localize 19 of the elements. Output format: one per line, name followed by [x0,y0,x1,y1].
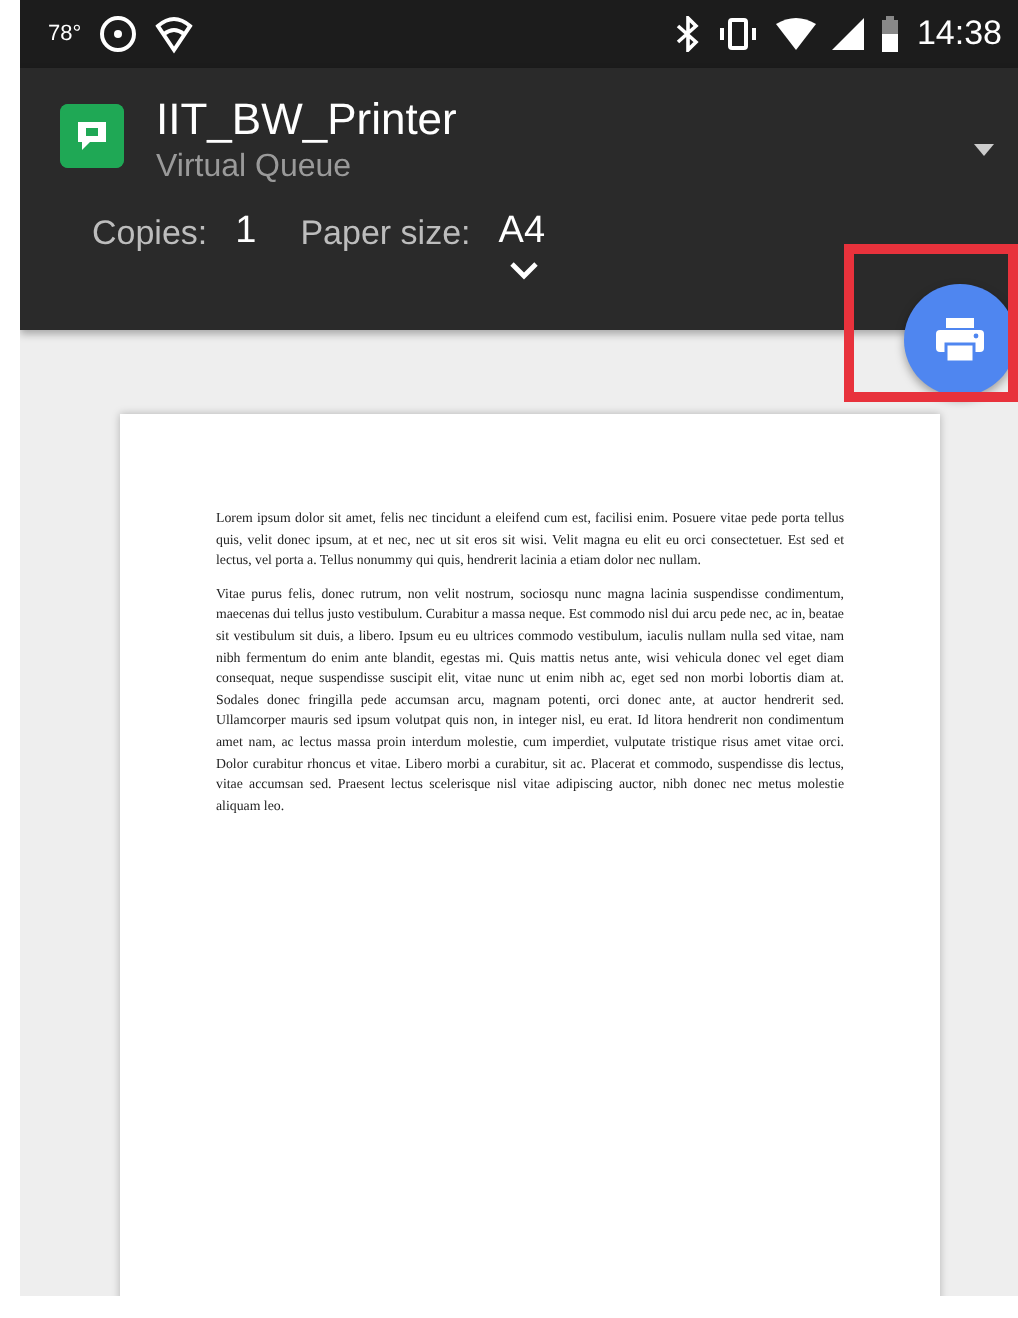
setting-label: Paper size: [300,211,471,256]
circle-dot-icon [97,14,138,54]
printer-app-logo-icon [60,104,124,168]
bluetooth-icon [676,16,701,52]
battery-icon [880,16,901,52]
printer-icon [936,318,984,362]
temperature-text: 78° [48,19,82,50]
vibrate-icon [716,16,761,52]
cell-signal-icon [832,18,865,50]
setting-value[interactable]: 1 [235,204,257,262]
wifi-icon [153,14,194,54]
printer-name: IIT_BW_Printer [156,96,457,145]
expand-chevron-icon[interactable] [510,261,538,280]
time-text: 14:38 [916,12,1002,57]
dropdown-arrow-icon[interactable] [974,144,994,156]
queue-text: Virtual Queue [156,148,354,189]
wifi-signal-icon [776,18,817,50]
setting-label: Copies: [92,211,208,256]
setting-value[interactable]: A4 [498,204,546,262]
